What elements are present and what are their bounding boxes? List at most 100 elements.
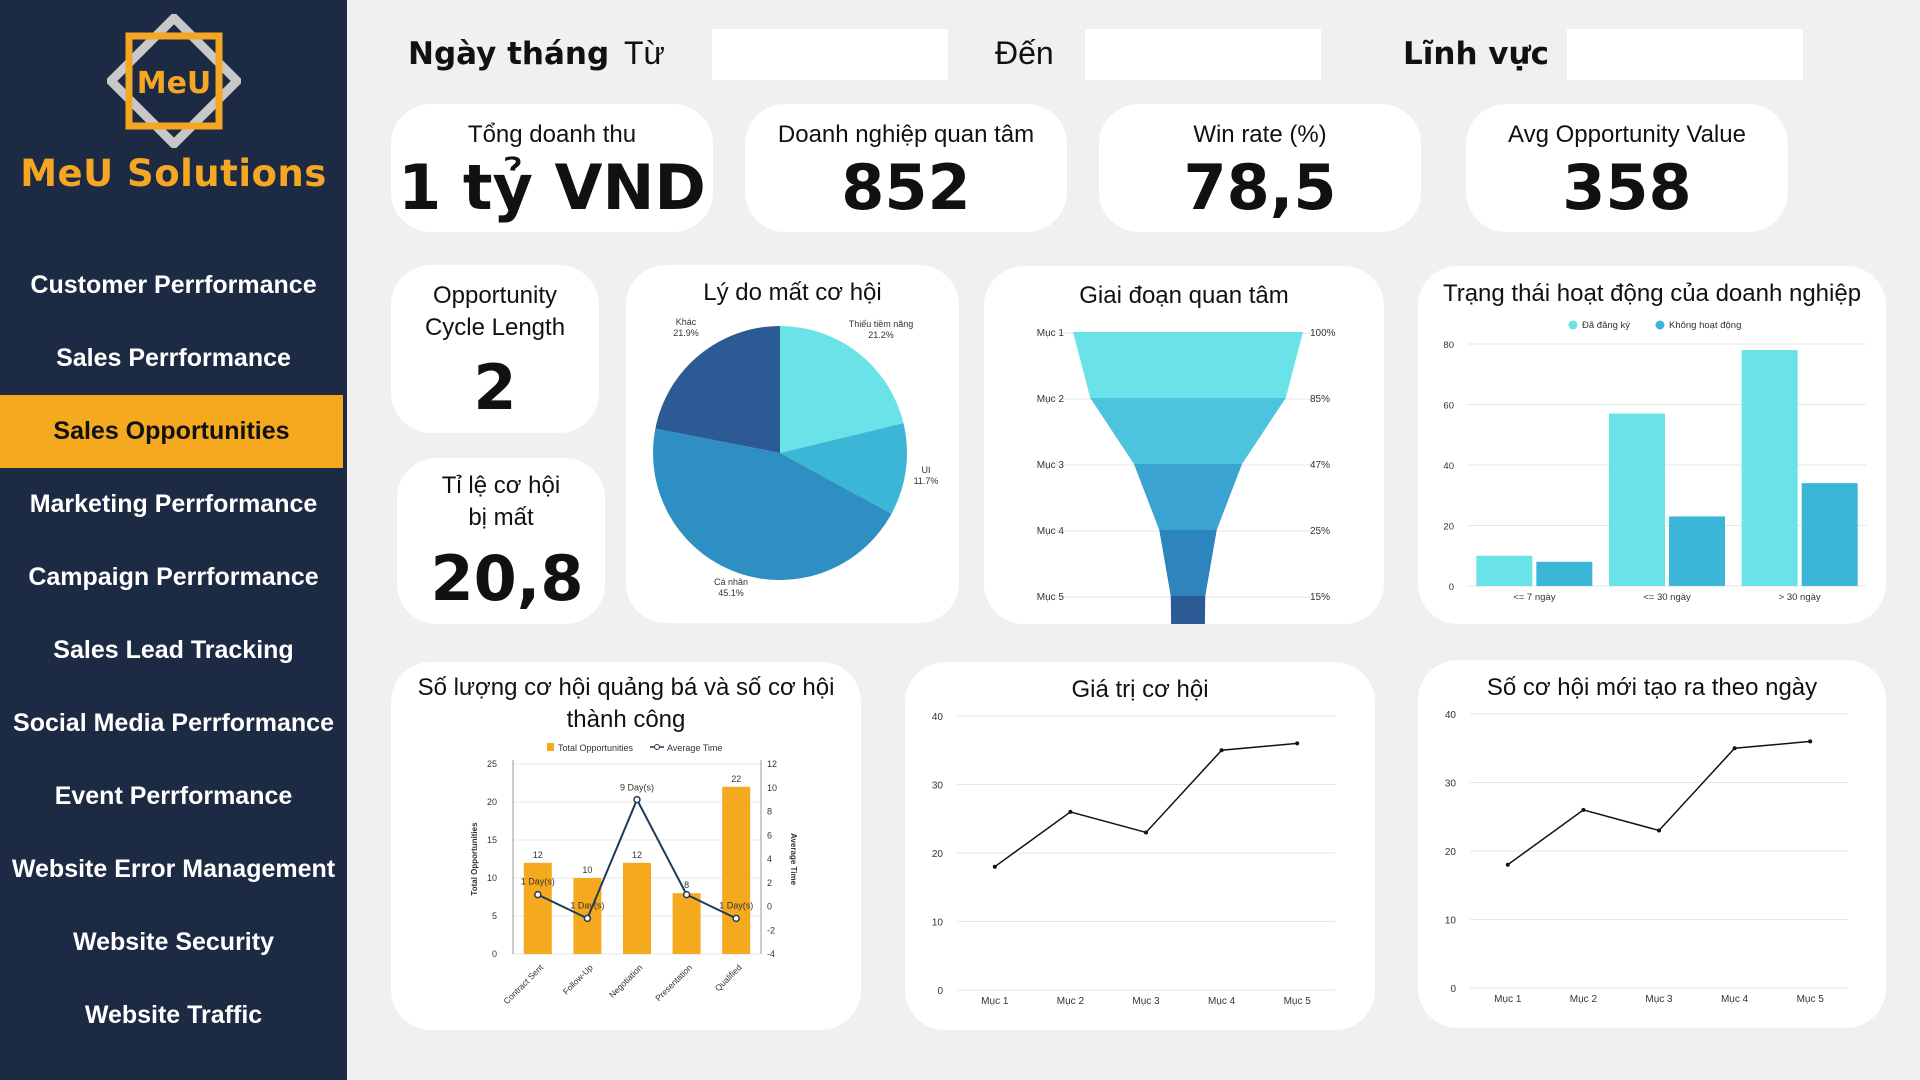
funnel-segment [1073, 332, 1303, 398]
sidebar-item-sales-opportunities[interactable]: Sales Opportunities [0, 395, 343, 468]
x-tick-label: Mục 4 [1721, 994, 1749, 1005]
y2-tick-label: 8 [767, 807, 772, 817]
to-label: Đến [995, 35, 1054, 71]
field-input[interactable] [1567, 29, 1803, 80]
y-tick-label: 10 [1445, 916, 1457, 927]
x-tick-label: <= 7 ngày [1513, 592, 1556, 603]
funnel-value-label: 47% [1310, 460, 1330, 471]
y-tick-label: 0 [492, 949, 497, 959]
legend-label: Total Opportunities [558, 743, 634, 753]
kpi-label: Win rate (%) [1193, 121, 1327, 148]
y2-tick-label: 4 [767, 854, 772, 864]
y2-tick-label: 10 [767, 783, 777, 793]
sidebar-item-marketing-perrformance[interactable]: Marketing Perrformance [0, 468, 347, 541]
line-point [1732, 746, 1737, 751]
legend-label: Đã đăng ký [1582, 320, 1630, 331]
kpi-card-winrate: Win rate (%) 78,5 [1099, 104, 1421, 232]
line-point [1657, 828, 1661, 833]
legend-label: Average Time [667, 743, 722, 753]
kpi-card-avg-value: Avg Opportunity Value 358 [1466, 104, 1788, 232]
bar-value-label: 8 [684, 880, 689, 890]
bar [1741, 350, 1798, 586]
legend-marker [1655, 320, 1665, 330]
x-tick-label: Mục 1 [1494, 994, 1522, 1005]
pie-slice-name: Cá nhân [714, 577, 748, 587]
date-filter-label: Ngày tháng [408, 36, 610, 72]
y-tick-label: 25 [487, 759, 497, 769]
pie-slice-name: Thiếu tiềm năng [849, 319, 914, 329]
pie-slice-label: 21.9% [673, 328, 699, 338]
pie-slice-label: 21.2% [868, 330, 894, 340]
line-point [1505, 862, 1510, 867]
funnel-value-label: 15% [1310, 592, 1330, 603]
line-point-label: 1 Day(s) [570, 900, 604, 910]
y2-tick-label: -2 [767, 925, 775, 935]
to-date-input[interactable] [1085, 29, 1321, 80]
kpi-card-interested: Doanh nghiệp quan tâm 852 [745, 104, 1067, 232]
funnel-segment [1090, 398, 1286, 464]
funnel-category-label: Mục 1 [1037, 328, 1065, 339]
funnel-category-label: Mục 5 [1037, 592, 1065, 603]
kpi-label: Opportunity [432, 282, 558, 309]
sidebar-item-campaign-perrformance[interactable]: Campaign Perrformance [0, 541, 347, 614]
y-tick-label: 60 [1443, 401, 1454, 412]
sidebar-item-customer-perrformance[interactable]: Customer Perrformance [0, 249, 347, 322]
sidebar-item-sales-perrformance[interactable]: Sales Perrformance [0, 322, 347, 395]
y-tick-label: 0 [937, 986, 943, 997]
field-filter-label: Lĩnh vực [1403, 36, 1549, 72]
sidebar-item-social-media-perrformance[interactable]: Social Media Perrformance [0, 687, 347, 760]
y-tick-label: 10 [932, 918, 944, 929]
pie-chart: Thiếu tiềm năng21.2% UI11.7% Cá nhân45.1% K… [653, 317, 938, 598]
bar [1609, 413, 1665, 586]
kpi-label: Tổng doanh thu [467, 121, 637, 148]
line-point [732, 914, 740, 923]
kpi-value: 1 tỷ VND [398, 151, 706, 224]
kpi-value: 20,8 [430, 542, 584, 615]
sidebar-item-website-error-management[interactable]: Website Error Management [0, 833, 347, 906]
y-tick-label: 40 [1445, 710, 1457, 721]
y-tick-label: 20 [487, 797, 497, 807]
line-chart: 0 10 20 30 40 Mục 1 Mục 2 Mục 3 Mục 4 Mục 5 [932, 712, 1335, 1007]
from-date-input[interactable] [712, 29, 948, 80]
logo-text: MeU [137, 66, 212, 101]
x-tick-label: Mục 3 [1645, 994, 1673, 1005]
kpi-card-cycle-length: Opportunity Cycle Length 2 [391, 265, 599, 433]
bar [1669, 516, 1725, 586]
series-line [1507, 740, 1811, 866]
bar [672, 893, 701, 954]
combo-chart: Total Opportunities Average Time051015202… [470, 743, 798, 1006]
bar [1801, 483, 1858, 586]
y-tick-label: 40 [1443, 461, 1454, 472]
line-point [1068, 809, 1073, 814]
line-point-label: 1 Day(s) [719, 900, 753, 910]
brand-logo: MeU MeU Solutions [0, 0, 347, 230]
y-tick-label: 0 [1450, 984, 1456, 995]
bar [623, 862, 651, 954]
series-line [994, 742, 1298, 868]
y2-tick-label: 12 [767, 759, 777, 769]
y2-tick-label: 2 [767, 878, 772, 888]
bar-value-label: 10 [582, 865, 592, 875]
legend-marker [1568, 320, 1578, 330]
x-tick-label: <= 30 ngày [1643, 592, 1691, 603]
sidebar-item-sales-lead-tracking[interactable]: Sales Lead Tracking [0, 614, 347, 687]
bar [722, 786, 751, 954]
from-label: Từ [624, 35, 665, 71]
sidebar-item-website-security[interactable]: Website Security [0, 906, 347, 979]
funnel-category-label: Mục 3 [1037, 460, 1065, 471]
line-point [1144, 830, 1148, 835]
x-tick-label: > 30 ngày [1779, 592, 1821, 603]
opportunity-value-chart-card: Giá trị cơ hội 0 10 20 30 40 Mục 1 Mục 2 Mục 3M… [905, 662, 1375, 1030]
kpi-card-revenue: Tổng doanh thu 1 tỷ VND [391, 104, 713, 232]
x-tick-label: Mục 2 [1570, 994, 1598, 1005]
x-tick-label: Follow-Up [561, 962, 595, 996]
x-tick-label: Mục 3 [1132, 996, 1160, 1007]
y-tick-label: 10 [487, 873, 497, 883]
x-tick-label: Mục 4 [1208, 996, 1236, 1007]
sidebar-item-event-perrformance[interactable]: Event Perrformance [0, 760, 347, 833]
pie-slice-name: Khác [676, 317, 697, 327]
x-tick-label: Contract Sent [501, 962, 545, 1006]
sidebar-item-website-traffic[interactable]: Website Traffic [0, 979, 347, 1052]
y-tick-label: 40 [932, 712, 944, 723]
pie-slice-label: 45.1% [718, 588, 744, 598]
